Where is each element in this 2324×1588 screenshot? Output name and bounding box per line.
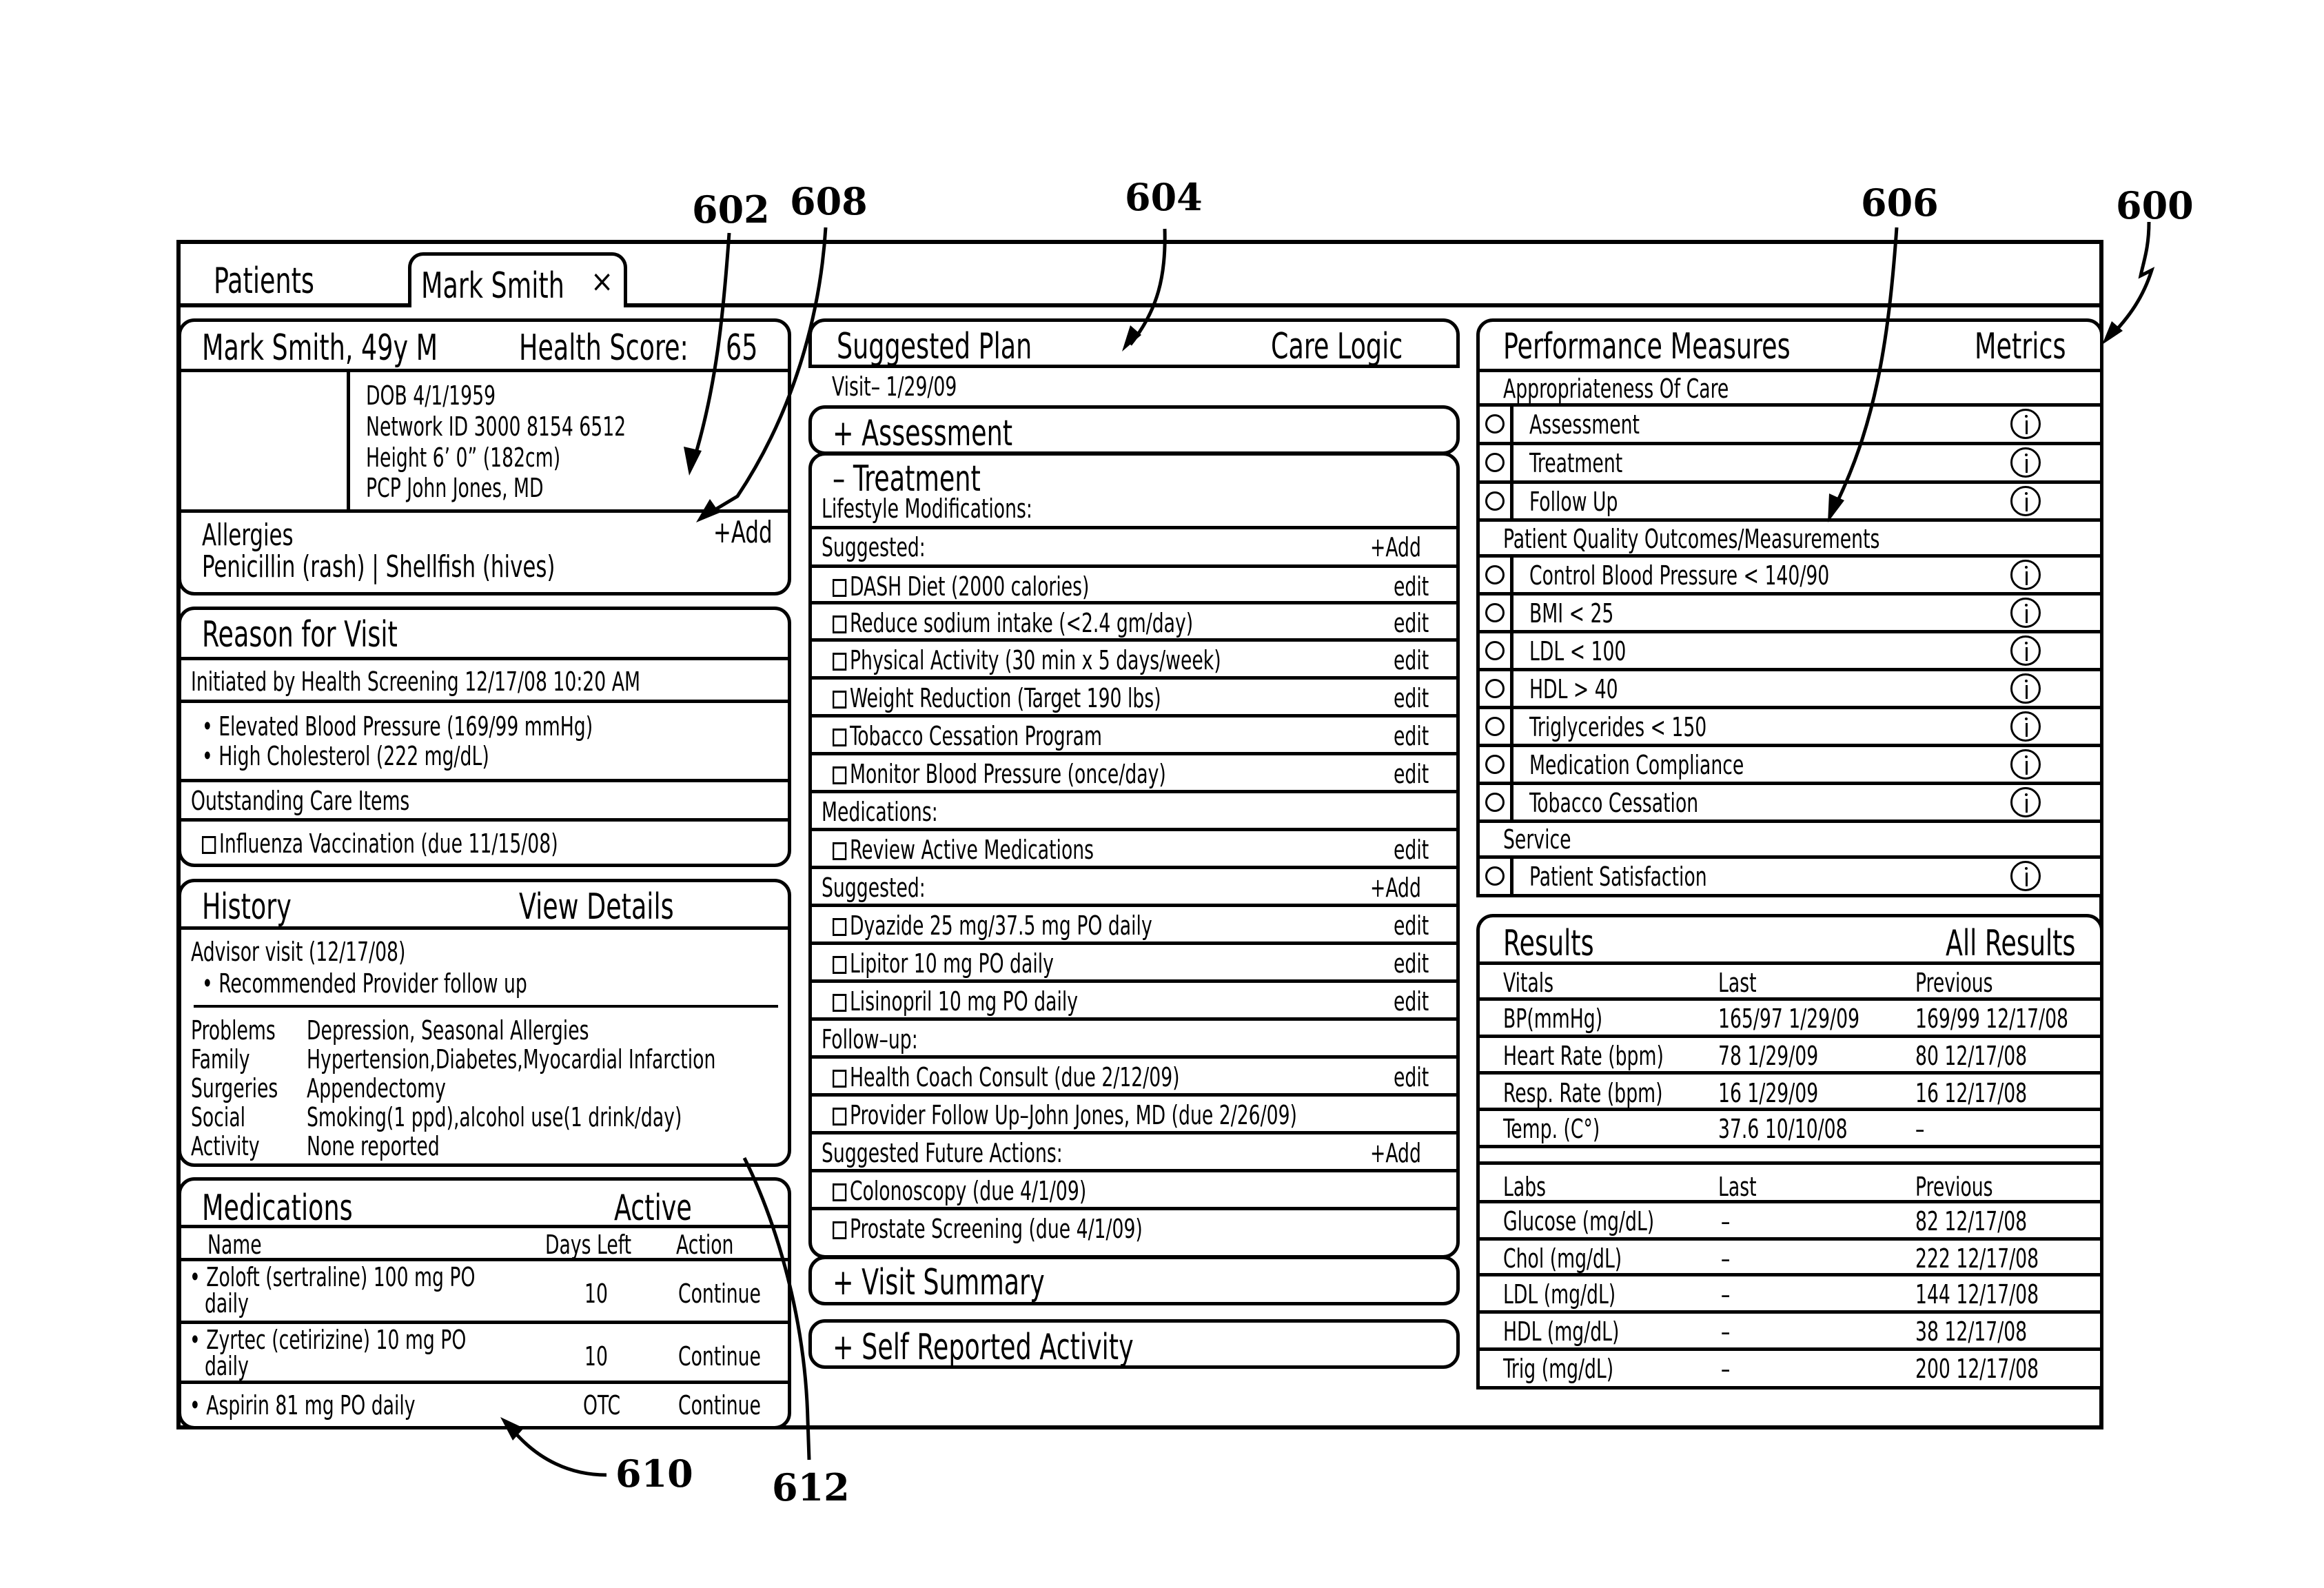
- leader-612: [742, 1157, 811, 1460]
- leader-602: [691, 232, 731, 462]
- leader-604: [1129, 228, 1167, 346]
- leader-610: [509, 1425, 607, 1477]
- arrowhead-606: [1828, 493, 1844, 522]
- leader-606: [1831, 227, 1899, 511]
- leader-lines: [500, 221, 2155, 1477]
- leader-600: [2108, 221, 2155, 339]
- arrowhead-608: [696, 499, 720, 522]
- arrowhead-604: [1122, 325, 1141, 352]
- arrowhead-602: [684, 447, 702, 476]
- leader-608: [702, 227, 828, 519]
